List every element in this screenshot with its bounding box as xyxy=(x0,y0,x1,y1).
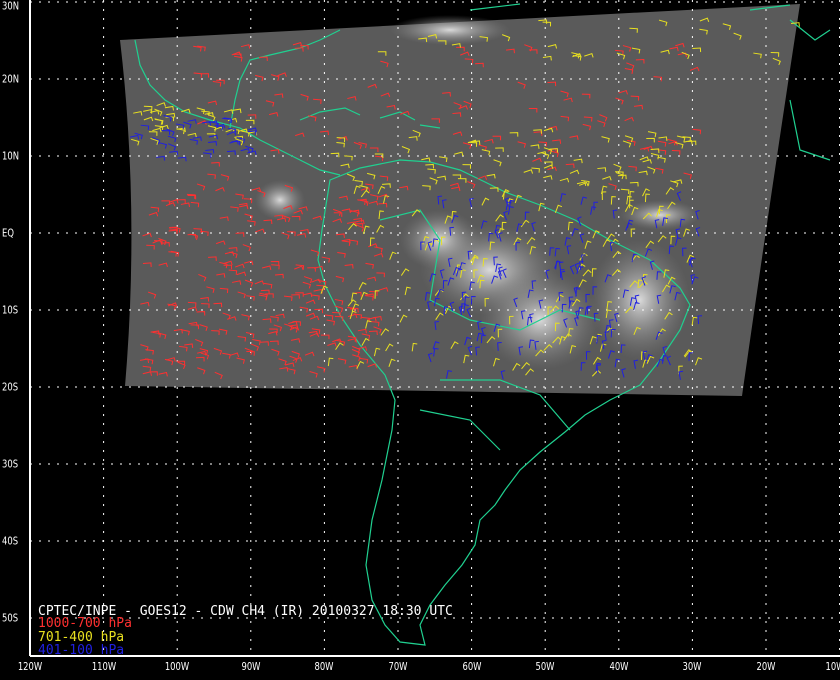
x-tick-label: 100W xyxy=(165,660,190,673)
satellite-map xyxy=(29,0,840,657)
y-tick-label: 10S xyxy=(2,303,19,317)
x-tick-label: 50W xyxy=(535,660,555,673)
x-tick-label: 60W xyxy=(462,660,482,673)
y-tick-label: 20S xyxy=(2,380,19,394)
x-tick-label: 10W xyxy=(825,660,840,673)
legend-low-level: 1000-700 hPa xyxy=(38,616,132,631)
y-tick-label: 30N xyxy=(2,0,19,13)
x-tick-label: 30W xyxy=(682,660,702,673)
x-tick-label: 40W xyxy=(609,660,629,673)
y-tick-label: EQ xyxy=(2,226,14,240)
y-tick-label: 30S xyxy=(2,457,19,471)
y-tick-label: 20N xyxy=(2,72,19,86)
y-tick-label: 10N xyxy=(2,149,19,163)
x-tick-label: 20W xyxy=(756,660,776,673)
x-tick-label: 90W xyxy=(241,660,261,673)
legend-high-level: 401-100 hPa xyxy=(38,643,125,658)
x-tick-label: 120W xyxy=(17,660,43,673)
y-tick-label: 40S xyxy=(2,534,19,548)
x-tick-label: 70W xyxy=(388,660,408,673)
x-tick-label: 80W xyxy=(314,660,334,673)
x-tick-label: 110W xyxy=(91,660,116,673)
y-tick-label: 50S xyxy=(2,611,19,625)
satellite-swath xyxy=(120,4,800,396)
